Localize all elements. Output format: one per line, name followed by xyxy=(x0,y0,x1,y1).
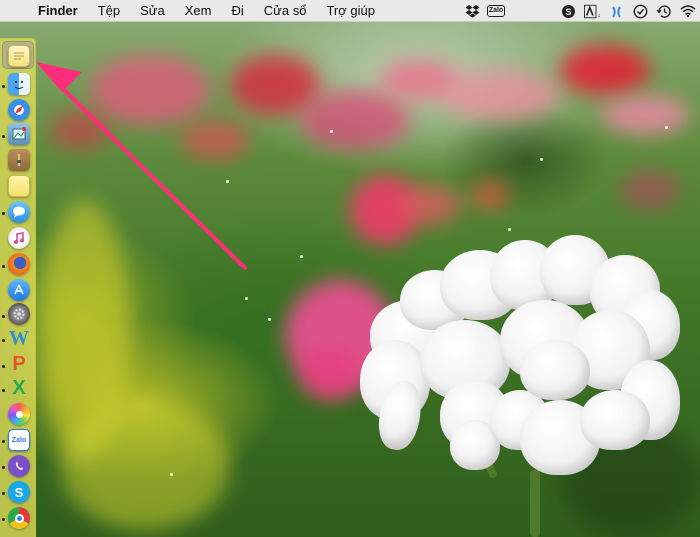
dock-item-preview[interactable] xyxy=(8,123,30,145)
menu-help[interactable]: Trợ giúp xyxy=(316,0,385,22)
time-machine-icon[interactable] xyxy=(656,3,672,19)
menu-window[interactable]: Cửa sổ xyxy=(254,0,317,22)
skype-icon[interactable]: S xyxy=(560,3,576,19)
dock-running-indicator xyxy=(2,339,5,342)
dock-item-stickies[interactable] xyxy=(8,175,30,197)
dock-running-indicator xyxy=(2,315,5,318)
messages-bubble-icon xyxy=(13,206,25,218)
dock: W P X Zalo S xyxy=(0,38,36,537)
qdisk-icon[interactable] xyxy=(608,3,624,19)
dropbox-icon[interactable] xyxy=(464,3,480,19)
dock-running-indicator xyxy=(2,265,5,268)
chrome-icon xyxy=(14,513,24,523)
dock-item-messages[interactable] xyxy=(8,201,30,223)
dock-item-safari[interactable] xyxy=(8,99,30,121)
dock-running-indicator xyxy=(2,365,5,368)
dock-item-chrome[interactable] xyxy=(8,507,30,529)
dock-running-indicator xyxy=(2,135,5,138)
todo-icon[interactable] xyxy=(632,3,648,19)
dock-running-indicator xyxy=(2,85,5,88)
dock-running-indicator xyxy=(2,466,5,469)
archive-icon xyxy=(17,154,21,166)
menu-edit[interactable]: Sửa xyxy=(130,0,175,22)
excel-icon: X xyxy=(12,376,26,399)
desktop-wallpaper xyxy=(0,0,700,537)
word-icon: W xyxy=(9,326,29,349)
menu-go[interactable]: Đi xyxy=(221,0,253,22)
preview-icon xyxy=(12,127,26,140)
music-note-icon xyxy=(14,232,24,244)
skype-app-icon: S xyxy=(14,484,24,500)
safari-compass-icon xyxy=(14,105,24,115)
menu-bar: Finder Tệp Sửa Xem Đi Cửa sổ Trợ giúp Za… xyxy=(0,0,700,22)
dock-running-indicator xyxy=(2,440,5,443)
dock-running-indicator xyxy=(2,389,5,392)
dock-item-app-store[interactable] xyxy=(8,279,30,301)
photos-icon xyxy=(15,410,23,418)
adobe-icon[interactable]: 4 xyxy=(584,3,600,19)
status-area: Zalo S 4 xyxy=(464,0,696,22)
dock-item-archive[interactable] xyxy=(8,149,30,171)
finder-icon xyxy=(14,81,24,89)
powerpoint-icon: P xyxy=(12,352,26,375)
notes-icon xyxy=(14,52,24,60)
dock-item-system-preferences[interactable] xyxy=(8,303,30,325)
dock-item-photos[interactable] xyxy=(8,403,30,425)
menu-finder[interactable]: Finder xyxy=(34,0,88,22)
svg-text:S: S xyxy=(565,7,571,17)
app-store-icon xyxy=(14,284,24,295)
dock-running-indicator xyxy=(2,492,5,495)
dock-item-viber[interactable] xyxy=(8,455,30,477)
zalo-app-icon: Zalo xyxy=(11,436,27,444)
dock-running-indicator xyxy=(2,518,5,521)
wifi-icon[interactable] xyxy=(680,3,696,19)
gear-icon xyxy=(13,308,25,320)
dock-item-itunes[interactable] xyxy=(8,227,30,249)
dock-item-word[interactable]: W xyxy=(8,327,30,349)
menu-view[interactable]: Xem xyxy=(175,0,222,22)
svg-text:4: 4 xyxy=(598,13,600,19)
dock-item-powerpoint[interactable]: P xyxy=(8,353,30,375)
dock-item-excel[interactable]: X xyxy=(8,377,30,399)
dock-item-notes[interactable] xyxy=(8,45,30,67)
zalo-icon[interactable]: Zalo xyxy=(486,3,506,19)
dock-running-indicator xyxy=(2,212,5,215)
dock-item-skype[interactable]: S xyxy=(8,481,30,503)
dock-item-firefox[interactable] xyxy=(8,253,30,275)
viber-phone-icon xyxy=(15,462,23,470)
menu-file[interactable]: Tệp xyxy=(88,0,130,22)
dock-item-finder[interactable] xyxy=(8,73,30,95)
dock-item-zalo[interactable]: Zalo xyxy=(8,429,30,451)
